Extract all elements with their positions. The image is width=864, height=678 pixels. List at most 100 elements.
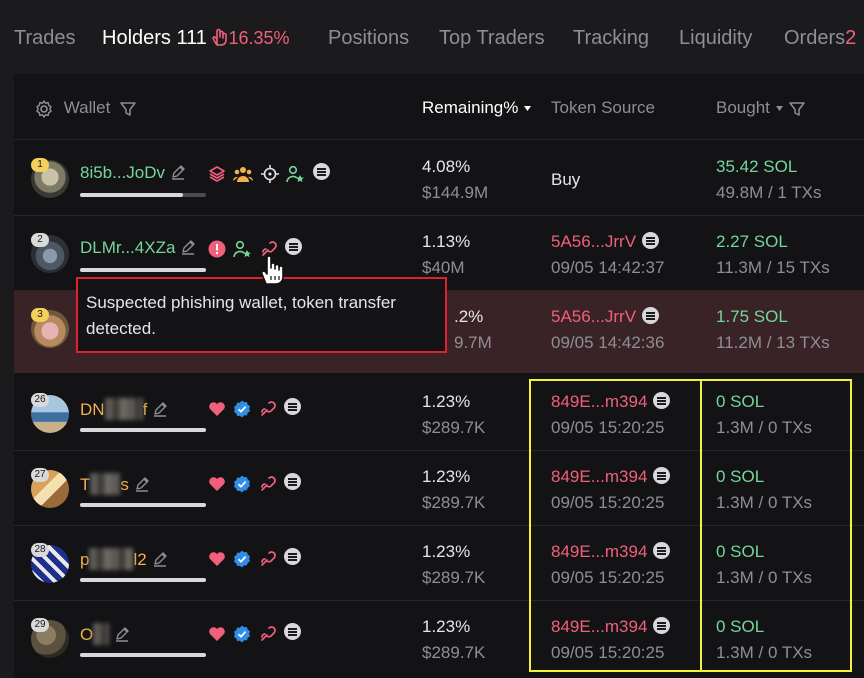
bought-header-label: Bought xyxy=(716,98,770,117)
token-source-column-header: Token Source xyxy=(551,98,655,117)
pencil-icon[interactable] xyxy=(114,626,130,642)
remaining-usd: $144.9M xyxy=(422,183,489,202)
wallet-name-start: T xyxy=(80,475,91,494)
bought-column-header[interactable]: Bought xyxy=(716,98,806,118)
link-icon xyxy=(261,475,276,491)
rank-badge: 3 xyxy=(31,308,49,322)
wallet-tags xyxy=(208,548,302,568)
wallet-tags xyxy=(208,163,330,183)
tab-holders-label: Holders 111 xyxy=(102,27,207,49)
solana-icon xyxy=(285,238,303,255)
table-row[interactable]: 1 8i5b...JoDv 4.08% $144.9M Buy 35.42 SO… xyxy=(14,141,864,216)
pencil-icon[interactable] xyxy=(152,401,168,417)
holding-bar xyxy=(80,653,206,657)
bought-detail: 49.8M / 1 TXs xyxy=(716,183,822,202)
remaining-pct: 1.23% xyxy=(422,467,471,486)
rank-badge: 26 xyxy=(31,393,49,407)
tab-trades[interactable]: Trades xyxy=(14,27,76,50)
solana-icon xyxy=(642,307,660,324)
wallet-address: DLMr...4XZa xyxy=(80,238,176,257)
verified-icon xyxy=(234,400,251,418)
tab-orders[interactable]: Orders2 xyxy=(784,27,856,50)
redacted-text xyxy=(104,398,143,420)
pencil-icon[interactable] xyxy=(152,551,168,567)
pencil-icon[interactable] xyxy=(170,164,186,180)
holding-bar xyxy=(80,193,206,197)
tab-orders-label: Orders xyxy=(784,27,846,49)
bought-detail: 11.2M / 13 TXs xyxy=(716,333,830,352)
wallet-address-link[interactable]: p l2 xyxy=(80,548,168,570)
tab-liquidity[interactable]: Liquidity xyxy=(679,27,752,50)
holding-bar-fill xyxy=(80,193,184,197)
wallet-address-link[interactable]: Ts xyxy=(80,473,150,495)
wallet-tags xyxy=(208,398,302,418)
token-source[interactable]: 5A56...JrrV xyxy=(551,232,660,252)
redacted-text xyxy=(90,473,121,495)
layers-icon xyxy=(209,165,225,182)
table-header: Wallet Remaining% Token Source Bought xyxy=(14,74,864,140)
token-source[interactable]: 5A56...JrrV xyxy=(551,307,660,327)
link-icon xyxy=(261,550,276,566)
remaining-usd: $40M xyxy=(422,258,465,277)
holding-bar xyxy=(80,578,206,582)
solana-icon xyxy=(284,398,302,415)
wallet-address-link[interactable]: DLMr...4XZa xyxy=(80,238,196,258)
pencil-icon[interactable] xyxy=(180,239,196,255)
remaining-usd: 9.7M xyxy=(454,333,492,352)
wallet-name-end: s xyxy=(120,475,129,494)
bought-sol: 35.42 SOL xyxy=(716,157,798,176)
solana-icon xyxy=(284,548,302,565)
filter-icon[interactable] xyxy=(119,100,137,118)
tab-bar: Trades Holders 111 16.35% Positions Top … xyxy=(0,0,864,74)
wallet-address-link[interactable]: O xyxy=(80,623,130,645)
holding-bar-fill xyxy=(80,268,206,272)
wallet-tags xyxy=(208,623,302,643)
bought-sol: 2.27 SOL xyxy=(716,232,788,251)
token-source-address: 5A56...JrrV xyxy=(551,232,637,251)
tab-tracking[interactable]: Tracking xyxy=(573,27,649,50)
wallet-address-link[interactable]: DN f xyxy=(80,398,168,420)
user-star-icon xyxy=(233,240,252,257)
holding-bar xyxy=(80,428,206,432)
crosshair-icon xyxy=(260,164,279,183)
sort-down-icon xyxy=(775,106,783,112)
solana-icon xyxy=(284,623,302,640)
remaining-column-header[interactable]: Remaining% xyxy=(422,98,532,118)
wallet-name-start: O xyxy=(80,625,94,644)
remaining-pct: 1.23% xyxy=(422,392,471,411)
rank-badge: 29 xyxy=(31,618,49,632)
heart-icon xyxy=(209,627,225,642)
solana-icon xyxy=(642,232,660,249)
alert-icon[interactable] xyxy=(208,240,226,258)
user-star-icon xyxy=(286,165,305,182)
redacted-text xyxy=(89,548,134,570)
verified-icon xyxy=(234,475,251,493)
wallet-name-end: f xyxy=(142,400,148,419)
remaining-pct: 1.13% xyxy=(422,232,471,251)
remaining-usd: $289.7K xyxy=(422,568,486,587)
phishing-warning-tooltip: Suspected phishing wallet, token transfe… xyxy=(76,277,447,353)
tab-positions[interactable]: Positions xyxy=(328,27,409,50)
wallet-address-link[interactable]: 8i5b...JoDv xyxy=(80,163,186,183)
verified-icon xyxy=(234,550,251,568)
remaining-usd: $289.7K xyxy=(422,493,486,512)
filter-icon[interactable] xyxy=(788,100,806,118)
token-source: Buy xyxy=(551,170,581,189)
remaining-pct: 1.23% xyxy=(422,542,471,561)
wallet-name-end: l2 xyxy=(133,550,147,569)
rank-badge: 27 xyxy=(31,468,49,482)
heart-icon xyxy=(209,477,225,492)
rank-badge: 2 xyxy=(31,233,49,247)
remaining-usd: $289.7K xyxy=(422,643,486,662)
wallet-address: 8i5b...JoDv xyxy=(80,163,166,182)
pencil-icon[interactable] xyxy=(134,476,150,492)
remaining-usd: $289.7K xyxy=(422,418,486,437)
gear-icon[interactable] xyxy=(34,99,54,119)
hand-icon xyxy=(212,28,228,46)
tab-holders[interactable]: Holders 111 16.35% xyxy=(102,27,290,50)
tab-top-traders[interactable]: Top Traders xyxy=(439,27,545,50)
token-source-address: 5A56...JrrV xyxy=(551,307,637,326)
holding-bar-fill xyxy=(80,653,206,657)
row-highlight-extension xyxy=(14,365,864,373)
rank-badge: 1 xyxy=(31,158,49,172)
